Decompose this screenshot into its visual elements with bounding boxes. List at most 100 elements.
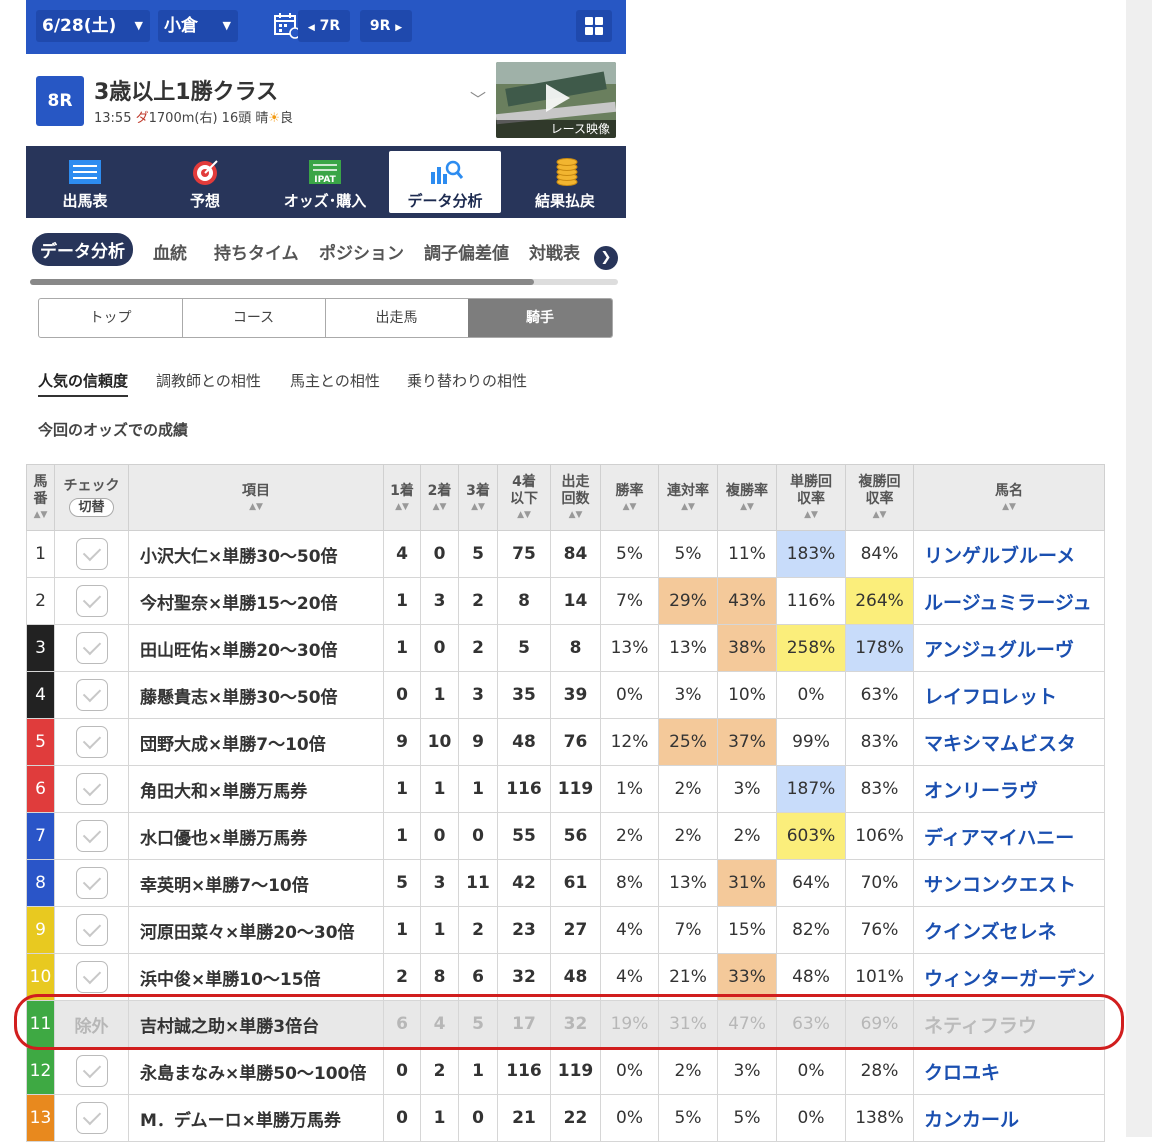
stat-cell-place: 37% <box>717 718 777 766</box>
toggle-button[interactable]: 切替 <box>69 497 114 518</box>
tab-matchup[interactable]: 対戦表 <box>529 239 580 264</box>
date-select[interactable]: 6/28(土) ▼ <box>36 10 150 42</box>
caret-down-icon: ▼ <box>222 19 231 32</box>
header-first[interactable]: 1着 ▲▼ <box>383 464 421 531</box>
stat-cell-n: 84 <box>550 530 601 578</box>
stat-cell-c1: 1 <box>383 624 421 672</box>
nav-results[interactable]: 結果払戻 <box>509 146 621 218</box>
header-fourth-below[interactable]: 4着以下 ▲▼ <box>497 464 551 531</box>
horse-name-link[interactable]: マキシマムビスタ <box>913 718 1105 766</box>
prev-race-button[interactable]: ◀ 7R <box>298 10 350 42</box>
chart-search-icon <box>431 160 464 184</box>
caret-right-icon: ▶ <box>395 23 403 33</box>
nav-prediction[interactable]: 予想 <box>149 146 261 218</box>
chevron-right-icon[interactable]: ❯ <box>594 246 618 270</box>
stat-cell-place: 11% <box>717 530 777 578</box>
stat-cell-c4: 75 <box>497 530 551 578</box>
tab-position[interactable]: ポジション <box>319 239 404 264</box>
tab-scrollbar[interactable] <box>30 279 618 285</box>
segment-course[interactable]: コース <box>182 299 326 337</box>
check-cell <box>54 577 129 625</box>
row-checkbox[interactable] <box>75 726 108 758</box>
table-row: 7 水口優也×単勝万馬券 1 0 0 55 56 2% 2% 2% 603% 106% ディアマイハニー <box>26 812 1105 860</box>
grid-menu-icon[interactable] <box>576 10 612 42</box>
link-popularity-reliability[interactable]: 人気の信頼度 <box>38 370 129 397</box>
next-race-label: 9R <box>369 18 391 34</box>
venue-select[interactable]: 小倉 ▼ <box>158 10 238 42</box>
row-checkbox[interactable] <box>75 961 108 993</box>
tab-best-time[interactable]: 持ちタイム <box>214 239 299 264</box>
race-video-thumbnail[interactable]: レース映像 <box>496 62 616 138</box>
horse-name-link[interactable]: ディアマイハニー <box>913 812 1105 860</box>
chevron-down-icon[interactable]: ﹀ <box>470 86 486 110</box>
stat-cell-c2: 1 <box>420 906 459 954</box>
tab-condition-index[interactable]: 調子偏差値 <box>424 239 509 264</box>
stat-cell-quin: 3% <box>658 671 718 719</box>
segment-top[interactable]: トップ <box>39 299 183 337</box>
main-nav: 出馬表 予想 IPAT オッズ･購入 データ分析 結果払戻 <box>26 146 626 218</box>
row-checkbox[interactable] <box>75 914 108 946</box>
horse-name-link[interactable]: オンリーラヴ <box>913 765 1105 813</box>
horse-name-link[interactable]: リンゲルブルーメ <box>913 530 1105 578</box>
header-umaban[interactable]: 馬番 ▲▼ <box>26 464 55 531</box>
link-rider-change-compat[interactable]: 乗り替わりの相性 <box>407 370 527 391</box>
header-second[interactable]: 2着 ▲▼ <box>420 464 459 531</box>
check-cell <box>54 1094 129 1142</box>
header-horse[interactable]: 馬名 ▲▼ <box>913 464 1105 531</box>
target-icon <box>193 160 218 185</box>
stat-cell-placeret: 63% <box>845 671 914 719</box>
horse-name-link[interactable]: レイフロレット <box>913 671 1105 719</box>
row-checkbox[interactable] <box>75 679 108 711</box>
header-place-rate[interactable]: 複勝率 ▲▼ <box>717 464 777 531</box>
header-check: チェック 切替 <box>54 464 129 531</box>
race-distance: 1700m(右) <box>148 111 218 126</box>
header-item[interactable]: 項目 ▲▼ <box>128 464 384 531</box>
caret-down-icon: ▼ <box>134 19 143 32</box>
horse-name-link[interactable]: ルージュミラージュ <box>913 577 1105 625</box>
stat-cell-win: 0% <box>600 671 659 719</box>
horse-name-link[interactable]: クインズセレネ <box>913 906 1105 954</box>
stat-cell-c1: 9 <box>383 718 421 766</box>
header-win-return[interactable]: 単勝回収率 ▲▼ <box>776 464 846 531</box>
stat-cell-winret: 183% <box>776 530 846 578</box>
header-third[interactable]: 3着 ▲▼ <box>458 464 498 531</box>
segment-runners[interactable]: 出走馬 <box>325 299 469 337</box>
next-race-button[interactable]: 9R ▶ <box>360 10 412 42</box>
stat-cell-win: 7% <box>600 577 659 625</box>
row-checkbox[interactable] <box>75 585 108 617</box>
row-checkbox[interactable] <box>75 773 108 805</box>
header-place-return[interactable]: 複勝回収率 ▲▼ <box>845 464 914 531</box>
link-owner-compat[interactable]: 馬主との相性 <box>290 370 380 391</box>
stat-cell-placeret: 28% <box>845 1047 914 1095</box>
race-surface: ダ <box>135 111 149 126</box>
row-checkbox[interactable] <box>75 1055 108 1087</box>
tab-data-analysis[interactable]: データ分析 <box>32 233 133 266</box>
stat-cell-winret: 82% <box>776 906 846 954</box>
row-checkbox[interactable] <box>75 538 108 570</box>
row-checkbox[interactable] <box>75 820 108 852</box>
horse-name-link[interactable]: サンコンクエスト <box>913 859 1105 907</box>
stat-cell-n: 8 <box>550 624 601 672</box>
stat-cell-n: 27 <box>550 906 601 954</box>
header-win-rate[interactable]: 勝率 ▲▼ <box>600 464 659 531</box>
horse-name-link[interactable]: カンカール <box>913 1094 1105 1142</box>
horse-name-link[interactable]: アンジュグルーヴ <box>913 624 1105 672</box>
tab-bloodline[interactable]: 血統 <box>153 239 187 264</box>
row-checkbox[interactable] <box>75 1102 108 1134</box>
stat-cell-place: 43% <box>717 577 777 625</box>
segment-jockey[interactable]: 騎手 <box>468 299 612 337</box>
header-starts[interactable]: 出走回数 ▲▼ <box>550 464 601 531</box>
header-quinella-rate[interactable]: 連対率 ▲▼ <box>658 464 718 531</box>
umaban-cell: 1 <box>26 530 55 578</box>
umaban-cell: 12 <box>26 1047 55 1095</box>
nav-data-analysis[interactable]: データ分析 <box>389 151 501 213</box>
link-trainer-compat[interactable]: 調教師との相性 <box>156 370 261 391</box>
race-time: 13:55 <box>94 111 132 126</box>
right-pane <box>1126 0 1152 1137</box>
horse-name-link[interactable]: クロユキ <box>913 1047 1105 1095</box>
row-checkbox[interactable] <box>75 632 108 664</box>
nav-entry-table[interactable]: 出馬表 <box>29 146 141 218</box>
entry-table-icon <box>69 160 101 184</box>
row-checkbox[interactable] <box>75 867 108 899</box>
nav-odds-purchase[interactable]: IPAT オッズ･購入 <box>269 146 381 218</box>
